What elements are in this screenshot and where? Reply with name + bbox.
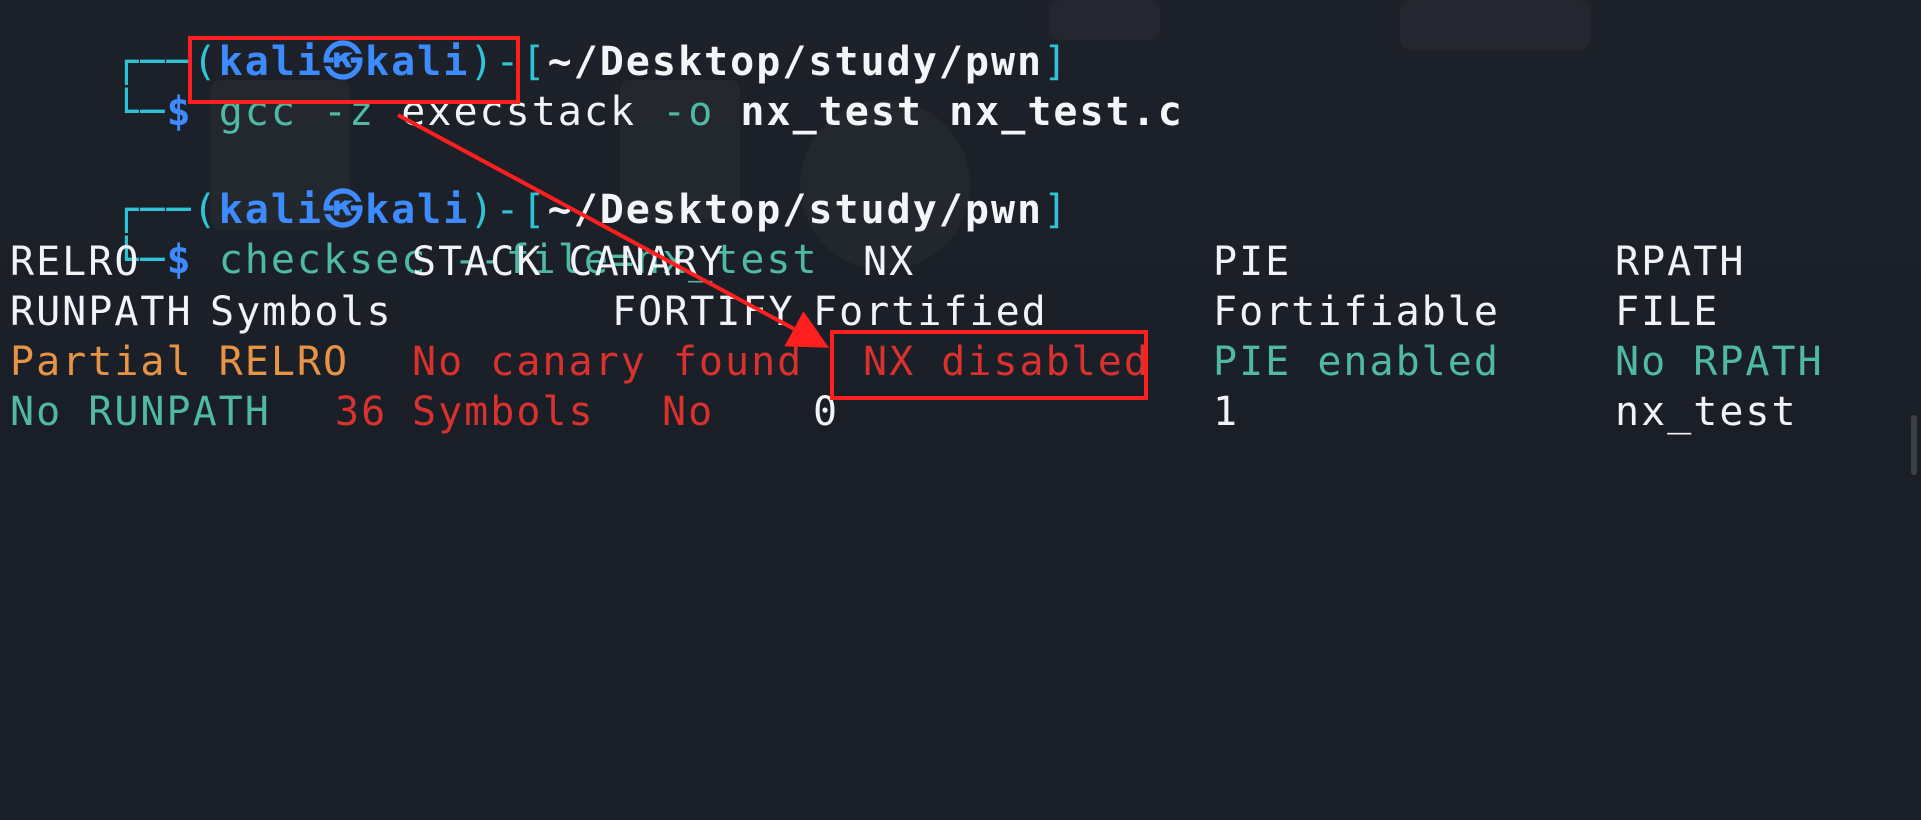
annotation-arrow-icon [397,113,830,348]
terminal-window[interactable]: ┌──(kali㉿kali)-[~/Desktop/study/pwn] └─$… [0,0,1921,477]
terminal-scrollbar[interactable] [1911,415,1917,475]
